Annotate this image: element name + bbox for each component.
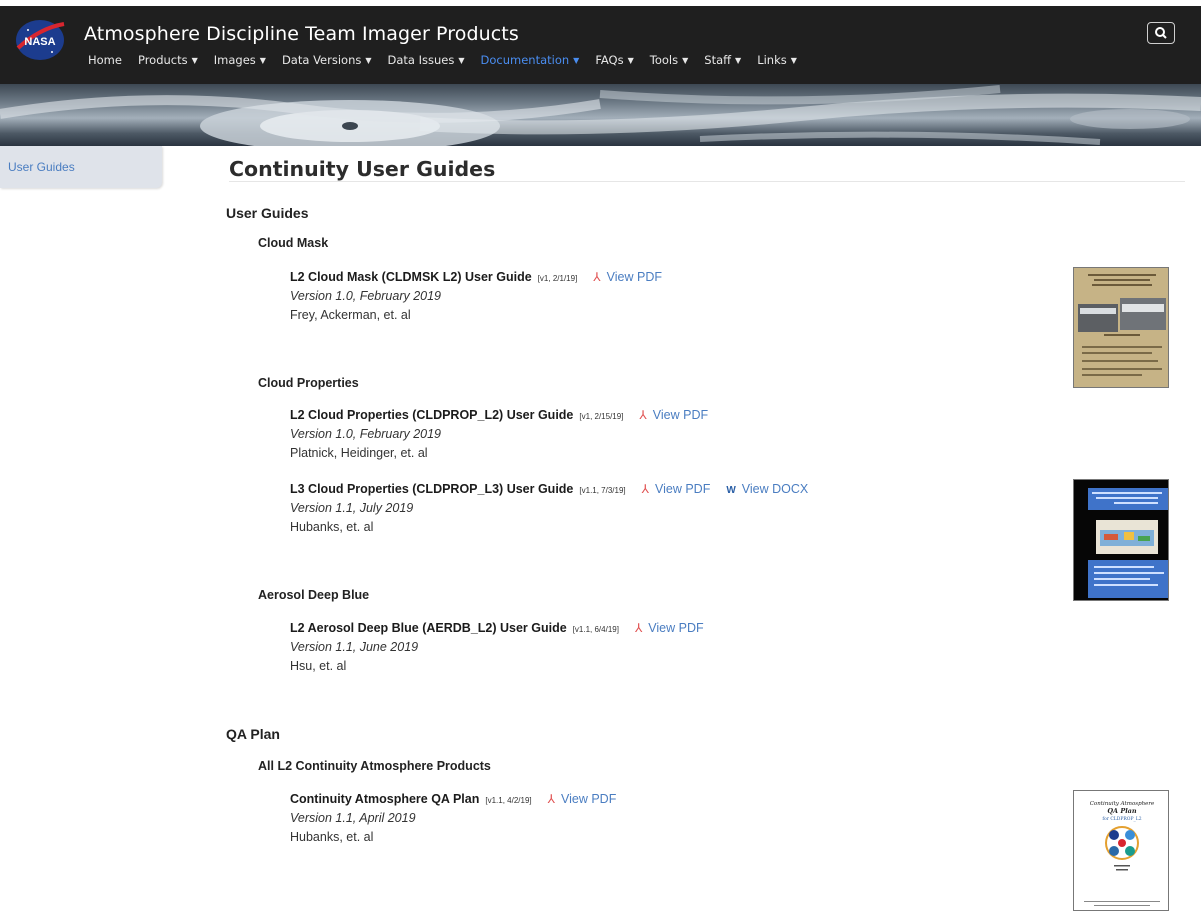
caret-down-icon: ▼ xyxy=(627,56,634,65)
doc-title: L3 Cloud Properties (CLDPROP_L3) User Gu… xyxy=(290,482,574,496)
doc-title: Continuity Atmosphere QA Plan xyxy=(290,792,480,806)
page-title: Continuity User Guides xyxy=(229,157,496,181)
nav-links[interactable]: Links ▼ xyxy=(757,53,797,67)
doc-version: Version 1.1, June 2019 xyxy=(290,640,419,654)
category-heading-aerosol-deep-blue: Aerosol Deep Blue xyxy=(258,588,370,602)
hurricane-banner xyxy=(0,84,1201,146)
doc-version-tag: [v1.1, 6/4/19] xyxy=(572,625,619,634)
nav-data-versions[interactable]: Data Versions ▼ xyxy=(282,53,372,67)
nav-faqs[interactable]: FAQs ▼ xyxy=(595,53,633,67)
caret-down-icon: ▼ xyxy=(458,56,465,65)
doc-version: Version 1.0, February 2019 xyxy=(290,289,442,303)
caret-down-icon: ▼ xyxy=(259,56,266,65)
doc-version: Version 1.0, February 2019 xyxy=(290,427,442,441)
nav-images[interactable]: Images ▼ xyxy=(214,53,266,67)
qa-cover-product-text: for CLDPROP_L2 xyxy=(1102,816,1141,822)
doc-entry-qa-plan: Continuity Atmosphere QA Plan [v1.1, 4/2/… xyxy=(290,792,616,844)
caret-down-icon: ▼ xyxy=(365,56,372,65)
site-title[interactable]: Atmosphere Discipline Team Imager Produc… xyxy=(84,23,519,45)
doc-version-tag: [v1, 2/15/19] xyxy=(579,412,624,421)
sidebar-item-user-guides[interactable]: User Guides xyxy=(8,160,75,174)
pdf-icon: ⅄ xyxy=(639,408,647,422)
doc-authors: Hubanks, et. al xyxy=(290,520,374,534)
doc-authors: Frey, Ackerman, et. al xyxy=(290,308,411,322)
pdf-icon: ⅄ xyxy=(547,792,555,806)
cldprop-l3-cover-thumbnail[interactable] xyxy=(1073,479,1169,601)
doc-authors: Hsu, et. al xyxy=(290,659,347,673)
doc-version: Version 1.1, July 2019 xyxy=(290,501,414,515)
view-pdf-link[interactable]: ⅄ View PDF xyxy=(635,621,704,635)
view-pdf-link[interactable]: ⅄ View PDF xyxy=(639,408,708,422)
view-pdf-link[interactable]: ⅄ View PDF xyxy=(593,270,662,284)
main-nav: Home Products ▼ Images ▼ Data Versions ▼ Da… xyxy=(88,53,813,67)
section-heading-user-guides: User Guides xyxy=(226,205,309,221)
doc-entry-cldprop-l3: L3 Cloud Properties (CLDPROP_L3) User Gu… xyxy=(290,482,808,534)
qa-cover-subtitle-text: QA Plan xyxy=(1107,807,1137,815)
nasa-logo[interactable]: NASA xyxy=(14,18,66,62)
view-pdf-link[interactable]: ⅄ View PDF xyxy=(642,482,711,496)
doc-authors: Platnick, Heidinger, et. al xyxy=(290,446,428,460)
doc-title: L2 Cloud Mask (CLDMSK L2) User Guide xyxy=(290,270,532,284)
category-heading-all-l2: All L2 Continuity Atmosphere Products xyxy=(258,759,491,773)
sidebar-area xyxy=(0,188,176,911)
caret-down-icon: ▼ xyxy=(573,56,580,65)
doc-entry-aerdb-l2: L2 Aerosol Deep Blue (AERDB_L2) User Gui… xyxy=(290,621,704,673)
nav-staff[interactable]: Staff ▼ xyxy=(704,53,741,67)
caret-down-icon: ▼ xyxy=(191,56,198,65)
cover-image xyxy=(1074,268,1168,387)
pdf-icon: ⅄ xyxy=(634,621,643,635)
site-header: NASA Atmosphere Discipline Team Imager P… xyxy=(0,0,1201,84)
doc-version-tag: [v1.1, 4/2/19] xyxy=(485,796,532,805)
cover-image: Continuity Atmosphere QA Plan for CLDPRO… xyxy=(1074,791,1168,910)
doc-entry-cldmsk-l2: L2 Cloud Mask (CLDMSK L2) User Guide [v1,… xyxy=(290,270,662,322)
qa-plan-cover-thumbnail[interactable]: Continuity Atmosphere QA Plan for CLDPRO… xyxy=(1073,790,1169,911)
sidebar: User Guides xyxy=(0,146,162,188)
doc-version-tag: [v1, 2/1/19] xyxy=(537,274,578,283)
view-pdf-link[interactable]: ⅄ View PDF xyxy=(548,792,617,806)
caret-down-icon: ▼ xyxy=(682,56,689,65)
title-divider xyxy=(229,181,1185,182)
nav-tools[interactable]: Tools ▼ xyxy=(650,53,689,67)
nav-products[interactable]: Products ▼ xyxy=(138,53,198,67)
nasa-logo-text: NASA xyxy=(24,36,55,48)
search-icon xyxy=(1155,27,1167,39)
nav-data-issues[interactable]: Data Issues ▼ xyxy=(388,53,465,67)
section-heading-qa-plan: QA Plan xyxy=(226,726,280,742)
cover-image xyxy=(1074,480,1168,600)
doc-version: Version 1.1, April 2019 xyxy=(290,811,416,825)
pdf-icon: ⅄ xyxy=(641,482,649,496)
category-heading-cloud-mask: Cloud Mask xyxy=(258,236,329,250)
caret-down-icon: ▼ xyxy=(735,56,742,65)
cldmsk-cover-thumbnail[interactable] xyxy=(1073,267,1169,388)
banner-image xyxy=(0,85,1201,146)
nav-home[interactable]: Home xyxy=(88,53,122,67)
view-docx-link[interactable]: W View DOCX xyxy=(726,482,808,496)
nav-documentation[interactable]: Documentation ▼ xyxy=(481,53,580,67)
doc-title: L2 Cloud Properties (CLDPROP_L2) User Gu… xyxy=(290,408,574,422)
doc-title: L2 Aerosol Deep Blue (AERDB_L2) User Gui… xyxy=(290,621,567,635)
doc-authors: Hubanks, et. al xyxy=(290,830,374,844)
category-heading-cloud-properties: Cloud Properties xyxy=(258,376,359,390)
pdf-icon: ⅄ xyxy=(593,270,601,284)
caret-down-icon: ▼ xyxy=(790,56,797,65)
search-button[interactable] xyxy=(1147,22,1175,44)
doc-version-tag: [v1.1, 7/3/19] xyxy=(579,486,626,495)
word-icon: W xyxy=(726,485,736,496)
doc-entry-cldprop-l2: L2 Cloud Properties (CLDPROP_L2) User Gu… xyxy=(290,408,708,460)
